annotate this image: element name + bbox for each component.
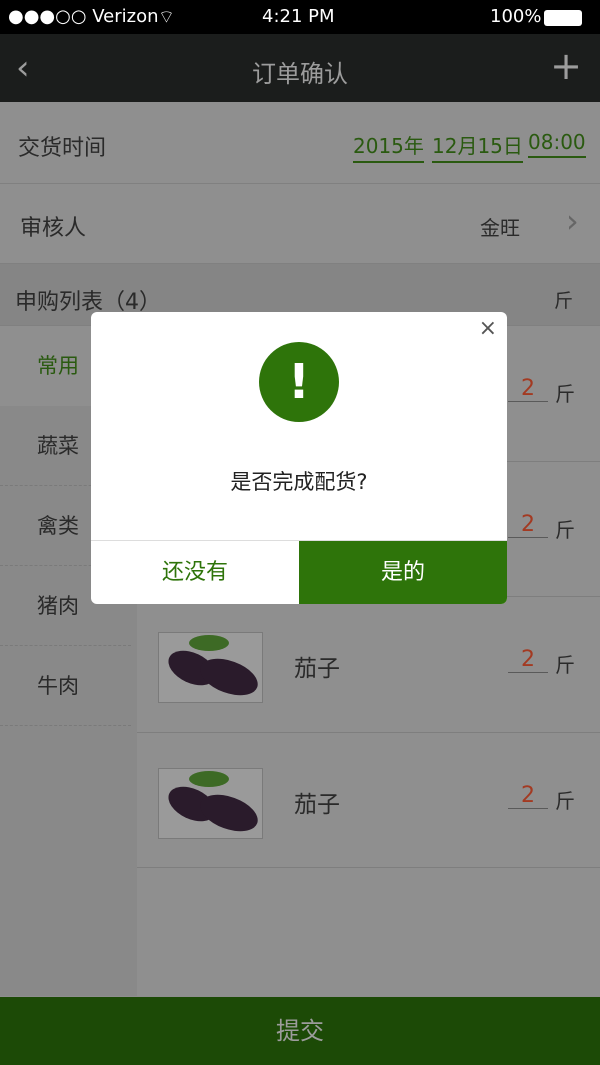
chevron-right-icon: ›: [566, 202, 579, 240]
close-icon[interactable]: ×: [479, 316, 497, 341]
list-item: 茄子 2 斤: [137, 733, 600, 868]
status-bar: ●●●○○ Verizon ⌔ 4:21 PM 100%: [0, 0, 600, 34]
confirm-dialog: × ! 是否完成配货? 还没有 是的: [91, 312, 507, 604]
item-name: 茄子: [294, 791, 340, 818]
exclamation-icon: !: [259, 342, 339, 422]
sidebar-item-beef[interactable]: 牛肉: [0, 646, 131, 726]
list-item: 茄子 2 斤: [137, 597, 600, 733]
confirm-button[interactable]: 是的: [299, 541, 507, 604]
quantity-input[interactable]: 2: [508, 783, 548, 809]
nav-bar: ‹ 订单确认 +: [0, 34, 600, 102]
list-unit: 斤: [554, 290, 574, 312]
battery-icon: [544, 10, 582, 26]
year-picker[interactable]: 2015年: [353, 130, 424, 163]
quantity-input[interactable]: 2: [508, 647, 548, 673]
quantity-input[interactable]: 2: [508, 512, 548, 538]
cancel-button[interactable]: 还没有: [91, 541, 299, 604]
item-unit: 斤: [555, 517, 575, 542]
item-name: 茄子: [294, 656, 340, 682]
reviewer-row[interactable]: 审核人 金旺 ›: [0, 184, 600, 264]
item-unit: 斤: [555, 788, 575, 813]
item-unit: 斤: [555, 382, 575, 406]
time-picker[interactable]: 08:00: [528, 130, 586, 158]
reviewer-value: 金旺: [480, 216, 520, 240]
item-unit: 斤: [555, 653, 575, 677]
quantity-input[interactable]: 2: [508, 376, 548, 402]
page-title: 订单确认: [252, 60, 348, 88]
clock: 4:21 PM: [262, 6, 335, 27]
delivery-time-row: 交货时间 2015年 12月15日 08:00: [0, 102, 600, 184]
date-picker[interactable]: 12月15日: [432, 130, 523, 163]
dialog-message: 是否完成配货?: [230, 470, 368, 494]
delivery-label: 交货时间: [18, 136, 107, 161]
reviewer-label: 审核人: [20, 216, 87, 241]
submit-button[interactable]: 提交: [0, 997, 600, 1065]
plus-icon[interactable]: +: [550, 44, 582, 88]
eggplant-image: [158, 632, 263, 703]
carrier: ●●●○○ Verizon: [8, 6, 159, 27]
battery-percent: 100%: [490, 6, 542, 27]
eggplant-image: [158, 767, 263, 839]
wifi-icon: ⌔: [158, 7, 175, 28]
